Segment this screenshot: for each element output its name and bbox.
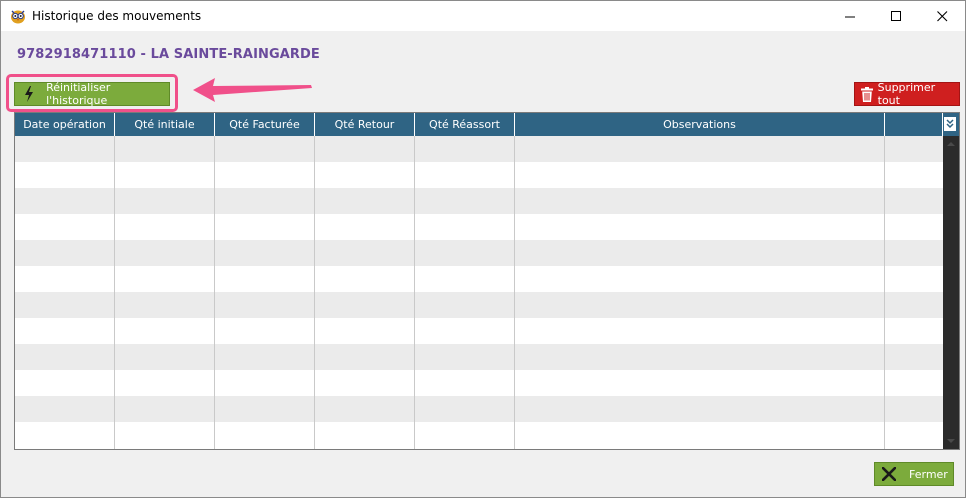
table-row[interactable] xyxy=(15,422,943,448)
table-row[interactable] xyxy=(15,214,943,240)
table-row[interactable] xyxy=(15,240,943,266)
dialog-window: Historique des mouvements 9782918471110 … xyxy=(0,0,966,498)
column-divider xyxy=(314,136,315,449)
column-header-date-operation[interactable]: Date opération xyxy=(15,113,115,136)
lightning-bolt-icon xyxy=(19,84,38,104)
table-row[interactable] xyxy=(15,318,943,344)
reset-history-button[interactable]: Réinitialiser l'historique xyxy=(14,81,170,107)
close-window-button[interactable] xyxy=(919,1,965,31)
window-title: Historique des mouvements xyxy=(32,9,202,23)
column-header-extra[interactable] xyxy=(885,113,943,136)
table-row[interactable] xyxy=(15,188,943,214)
column-chooser-button[interactable] xyxy=(943,116,957,132)
table-row[interactable] xyxy=(15,344,943,370)
scroll-down-arrow-icon xyxy=(947,439,955,443)
table-row[interactable] xyxy=(15,162,943,188)
column-divider xyxy=(884,136,885,449)
close-label: Fermer xyxy=(909,467,948,481)
table-row[interactable] xyxy=(15,136,943,162)
column-header-qte-facturee[interactable]: Qté Facturée xyxy=(215,113,315,136)
minimize-icon xyxy=(844,16,855,17)
column-header-qte-initiale[interactable]: Qté initiale xyxy=(115,113,215,136)
close-icon xyxy=(936,10,947,21)
maximize-icon xyxy=(890,10,901,21)
column-divider xyxy=(114,136,115,449)
column-divider xyxy=(214,136,215,449)
trash-icon xyxy=(859,85,875,103)
annotation-arrow-icon xyxy=(193,78,312,102)
close-x-icon xyxy=(879,464,899,484)
double-chevron-down-icon xyxy=(946,119,954,129)
column-divider xyxy=(414,136,415,449)
product-heading: 9782918471110 - LA SAINTE-RAINGARDE xyxy=(17,47,320,62)
maximize-button[interactable] xyxy=(873,1,919,31)
column-header-qte-retour[interactable]: Qté Retour xyxy=(315,113,415,136)
title-bar[interactable]: Historique des mouvements xyxy=(1,1,965,31)
column-header-qte-reassort[interactable]: Qté Réassort xyxy=(415,113,515,136)
column-header-observations[interactable]: Observations xyxy=(515,113,885,136)
table-row[interactable] xyxy=(15,266,943,292)
table-row[interactable] xyxy=(15,292,943,318)
delete-all-label: Supprimer tout xyxy=(877,81,936,107)
delete-all-button[interactable]: Supprimer tout xyxy=(854,81,960,107)
table-header: Date opération Qté initiale Qté Facturée… xyxy=(15,113,959,136)
app-owl-icon xyxy=(10,8,26,24)
close-button[interactable]: Fermer xyxy=(874,462,954,486)
movements-table: Date opération Qté initiale Qté Facturée… xyxy=(14,112,960,450)
table-body xyxy=(15,136,943,449)
table-row[interactable] xyxy=(15,396,943,422)
column-divider xyxy=(514,136,515,449)
minimize-button[interactable] xyxy=(827,1,873,31)
vertical-scrollbar[interactable] xyxy=(943,136,959,449)
scroll-up-arrow-icon xyxy=(947,142,955,146)
reset-history-label: Réinitialiser l'historique xyxy=(46,81,111,107)
table-row[interactable] xyxy=(15,370,943,396)
